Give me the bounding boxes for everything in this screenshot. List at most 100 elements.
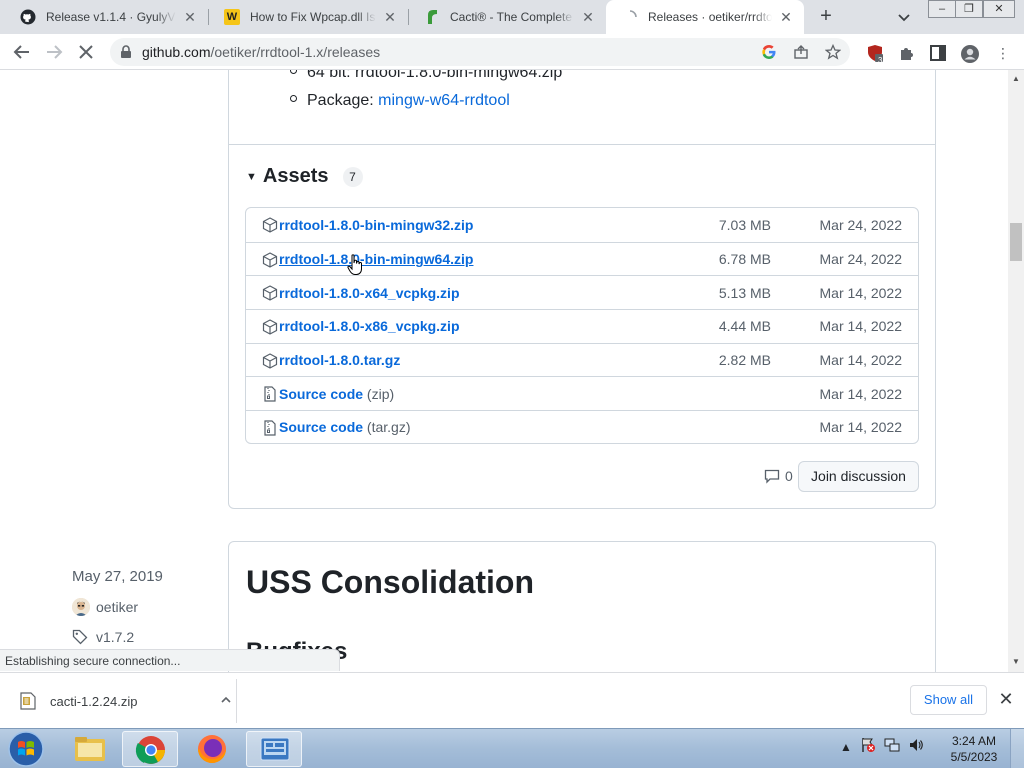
assets-title: Assets [262,165,329,187]
taskbar-remote-app[interactable] [246,731,302,767]
package-label: Package: [307,92,374,109]
network-icon[interactable] [884,737,900,756]
asset-date: Mar 14, 2022 [819,318,903,335]
comment-icon [764,469,780,484]
asset-row: Source code (tar.gz) Mar 14, 2022 [246,410,918,443]
clock-date: 5/5/2023 [950,750,998,764]
lock-icon[interactable] [120,45,132,59]
assets-count-badge: 7 [342,166,363,187]
show-hidden-icons[interactable]: ▲ [840,740,852,754]
comment-count[interactable]: 0 [764,468,793,484]
asset-link[interactable]: Source code (tar.gz) [279,419,411,435]
forward-icon[interactable] [42,40,66,64]
source-format: (tar.gz) [366,419,411,436]
address-bar[interactable]: github.com/oetiker/rrdtool-1.x/releases [110,38,850,66]
action-center-icon[interactable] [860,737,876,756]
asset-size: 4.44 MB [718,318,771,335]
close-tab-icon[interactable]: ✕ [382,9,398,25]
close-tab-icon[interactable]: ✕ [182,9,198,25]
package-icon [262,285,278,302]
close-tab-icon[interactable]: ✕ [778,9,794,25]
page-scrollbar[interactable]: ▲ ▼ [1008,70,1024,672]
page-content: 64 bit: rrdtool-1.8.0-bin-mingw64.zip Pa… [0,70,1008,672]
shelf-divider [236,679,237,723]
cacti-icon [424,9,440,25]
asset-date: Mar 14, 2022 [819,352,903,369]
asset-date: Mar 14, 2022 [819,419,903,436]
avatar [72,598,90,616]
close-shelf-icon[interactable]: ✕ [996,689,1016,709]
loading-icon [622,9,638,25]
card-divider [229,144,935,145]
author-name: oetiker [96,599,139,615]
asset-size: 6.78 MB [718,251,771,268]
download-item[interactable]: cacti-1.2.24.zip [16,683,236,719]
stop-loading-icon[interactable] [74,40,98,64]
release-title[interactable]: USS Consolidation [246,564,534,601]
bullet-64bit-value: rrdtool-1.8.0-bin-mingw64.zip [355,70,563,81]
asset-link[interactable]: rrdtool-1.8.0-x64_vcpkg.zip [279,285,460,301]
taskbar-firefox[interactable] [184,731,240,767]
volume-icon[interactable] [908,737,924,756]
share-icon[interactable] [792,44,810,62]
package-icon [262,353,278,369]
taskbar-chrome[interactable] [122,731,178,767]
tab-releases-rrdtool[interactable]: Releases · oetiker/rrdtool-1.x ✕ [606,0,804,34]
asset-date: Mar 14, 2022 [819,284,903,301]
tab-label: Releases · oetiker/rrdtool-1.x [648,10,772,24]
taskbar-explorer[interactable] [62,731,118,767]
asset-link[interactable]: rrdtool-1.8.0.tar.gz [279,352,400,368]
asset-size: 2.82 MB [718,352,771,369]
w-icon: W [224,9,240,25]
system-tray: ▲ [840,737,924,756]
asset-link[interactable]: Source code (zip) [279,386,394,402]
release-date: May 27, 2019 [72,568,163,585]
chevron-down-icon[interactable] [894,7,914,27]
chevron-up-icon[interactable] [216,694,236,709]
source-code-label: Source code [279,419,364,436]
scrollbar-thumb[interactable] [1010,223,1022,261]
asset-link[interactable]: rrdtool-1.8.0-bin-mingw64.zip [279,251,473,267]
back-icon[interactable] [10,40,34,64]
url-text: github.com/oetiker/rrdtool-1.x/releases [142,44,380,60]
scroll-down-icon[interactable]: ▼ [1011,657,1021,667]
asset-link[interactable]: rrdtool-1.8.0-bin-mingw32.zip [279,217,473,233]
system-clock[interactable]: 3:24 AM 5/5/2023 [944,733,1004,765]
release-author[interactable]: oetiker [72,598,138,616]
start-button[interactable] [4,729,48,768]
show-desktop-button[interactable] [1010,729,1024,768]
release-tag[interactable]: v1.7.2 [72,629,134,645]
google-icon[interactable] [760,44,778,62]
asset-row: rrdtool-1.8.0-bin-mingw32.zip 7.03 MB Ma… [246,208,918,242]
new-tab-button[interactable]: + [814,5,838,29]
minimize-button[interactable]: – [928,0,956,18]
restore-button[interactable]: ❐ [955,0,983,18]
more-menu-icon[interactable]: ⋮ [994,44,1012,62]
close-window-button[interactable]: ✕ [983,0,1015,18]
tab-label: How to Fix Wpcap.dll Is Missing [250,10,376,24]
asset-size: 5.13 MB [718,284,771,301]
browser-toolbar: github.com/oetiker/rrdtool-1.x/releases … [0,34,1024,70]
source-format: (zip) [366,385,395,402]
bookmark-star-icon[interactable] [824,43,842,62]
side-panel-icon[interactable] [929,44,947,62]
tab-release-sniffnet[interactable]: Release v1.1.4 · GyulyVGC/sniffnet ✕ [4,0,208,34]
asset-link[interactable]: rrdtool-1.8.0-x86_vcpkg.zip [279,318,460,334]
close-tab-icon[interactable]: ✕ [580,9,596,25]
tab-label: Release v1.1.4 · GyulyVGC/sniffnet [46,10,176,24]
tab-wpcap[interactable]: W How to Fix Wpcap.dll Is Missing ✕ [208,0,408,34]
scroll-up-icon[interactable]: ▲ [1011,74,1021,84]
extensions-puzzle-icon[interactable] [898,44,916,62]
package-link[interactable]: mingw-w64-rrdtool [378,92,510,109]
assets-toggle[interactable]: ▼ Assets 7 [246,165,363,188]
file-zip-icon [262,420,278,436]
tab-cacti[interactable]: Cacti® - The Complete RRDTool ✕ [408,0,606,34]
file-zip-icon [262,386,278,403]
bullet-64bit: 64 bit: rrdtool-1.8.0-bin-mingw64.zip [290,70,562,82]
show-all-downloads-button[interactable]: Show all [910,685,987,715]
join-discussion-button[interactable]: Join discussion [798,461,919,492]
profile-avatar-icon[interactable] [960,44,979,63]
extension-shield-icon[interactable]: 3 [866,44,884,65]
asset-date: Mar 24, 2022 [819,216,903,233]
package-icon [262,319,278,335]
